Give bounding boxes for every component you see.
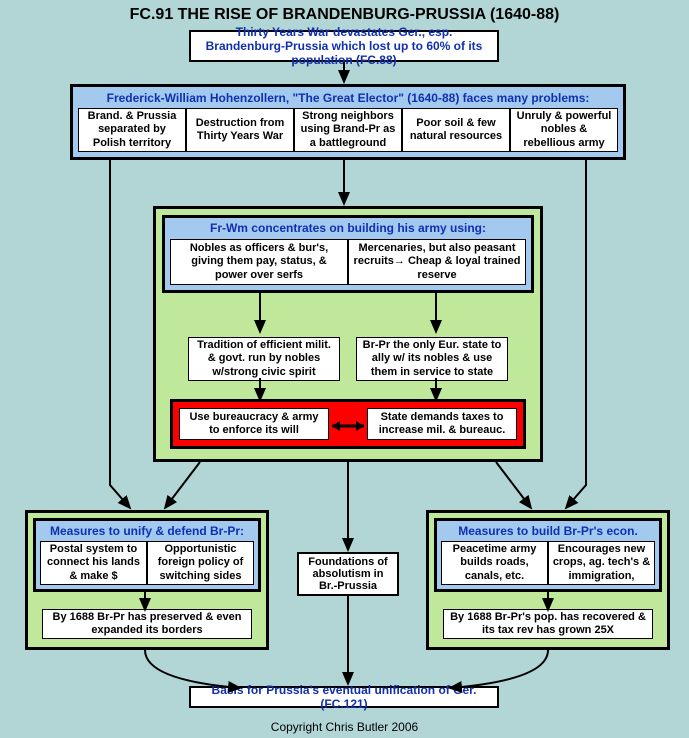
problem-cell: Unruly & powerful nobles & rebellious ar… [510, 108, 618, 152]
unify-blue-inner: Measures to unify & defend Br-Pr: Postal… [33, 518, 261, 592]
army-container: Fr-Wm concentrates on building his army … [153, 206, 543, 462]
copyright-text: Copyright Chris Butler 2006 [0, 720, 689, 734]
army-cell: Nobles as officers & bur's, giving them … [170, 239, 348, 285]
problem-cell: Destruction from Thirty Years War [186, 108, 294, 152]
tradition-cell: Tradition of efficient milit. & govt. ru… [188, 337, 340, 381]
econ-cell: Encourages new crops, ag. tech's & immig… [548, 541, 655, 585]
army-cell: Mercenaries, but also peasant recruits→ … [348, 239, 526, 285]
flowchart-canvas: FC.91 THE RISE OF BRANDENBURG-PRUSSIA (1… [0, 0, 689, 738]
econ-container: Measures to build Br-Pr's econ. Peacetim… [426, 510, 670, 650]
basis-box: Basis for Prussia's eventual unification… [189, 686, 499, 708]
red-cell: State demands taxes to increase mil. & b… [367, 408, 517, 440]
top-event-box: Thirty Years War devastates Ger., esp. B… [189, 30, 499, 62]
unify-result: By 1688 Br-Pr has preserved & even expan… [42, 609, 252, 639]
problems-container: Frederick-William Hohenzollern, "The Gre… [70, 84, 626, 160]
econ-result: By 1688 Br-Pr's pop. has recovered & its… [443, 609, 653, 639]
problems-header: Frederick-William Hohenzollern, "The Gre… [73, 87, 623, 109]
red-cell: Use bureaucracy & army to enforce its wi… [179, 408, 329, 440]
unify-container: Measures to unify & defend Br-Pr: Postal… [25, 510, 269, 650]
econ-cell: Peacetime army builds roads, canals, etc… [441, 541, 548, 585]
army-blue-inner: Fr-Wm concentrates on building his army … [162, 215, 534, 293]
unify-cell: Postal system to connect his lands & mak… [40, 541, 147, 585]
foundations-box: Foundations of absolutism in Br.-Prussia [297, 552, 399, 596]
red-cycle-box: Use bureaucracy & army to enforce its wi… [170, 399, 526, 449]
unify-header: Measures to unify & defend Br-Pr: [36, 521, 258, 541]
econ-header: Measures to build Br-Pr's econ. [437, 521, 659, 541]
problem-cell: Brand. & Prussia separated by Polish ter… [78, 108, 186, 152]
chart-title: FC.91 THE RISE OF BRANDENBURG-PRUSSIA (1… [0, 6, 689, 24]
unify-cell: Opportunistic foreign policy of switchin… [147, 541, 254, 585]
army-header: Fr-Wm concentrates on building his army … [165, 218, 531, 238]
ally-cell: Br-Pr the only Eur. state to ally w/ its… [356, 337, 508, 381]
problem-cell: Poor soil & few natural resources [402, 108, 510, 152]
problem-cell: Strong neighbors using Brand-Pr as a bat… [294, 108, 402, 152]
econ-blue-inner: Measures to build Br-Pr's econ. Peacetim… [434, 518, 662, 592]
